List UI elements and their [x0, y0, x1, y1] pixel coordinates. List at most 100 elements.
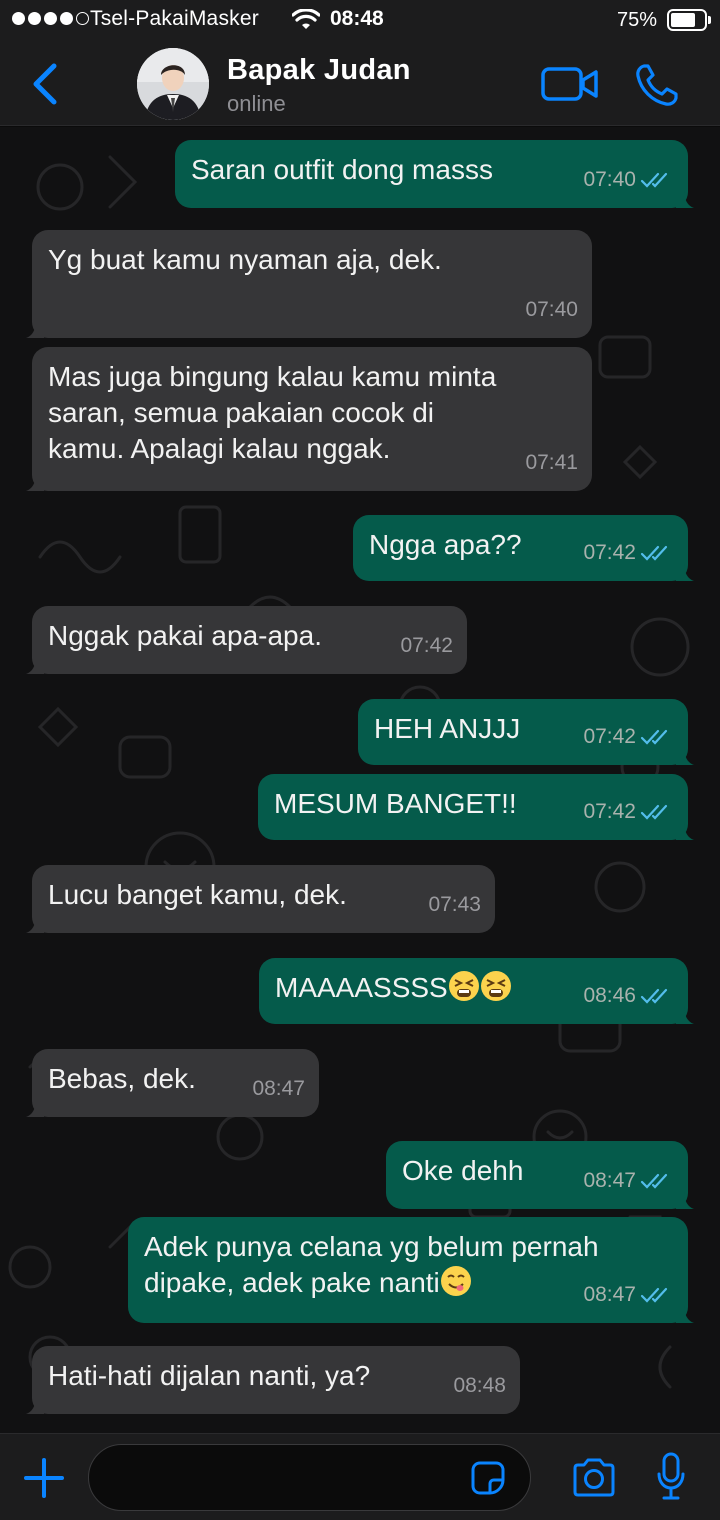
outgoing-message[interactable]: Saran outfit dong masss 07:40: [175, 140, 694, 208]
bubble-tail: [676, 190, 694, 208]
input-bar: [0, 1433, 720, 1520]
signal-strength-icon: [12, 12, 89, 25]
message-timestamp: 08:48: [453, 1374, 506, 1397]
incoming-message[interactable]: Hati-hati dijalan nanti, ya? 08:48: [26, 1346, 520, 1414]
message-line: Yg buat kamu nyaman aja, dek.: [48, 244, 442, 275]
outgoing-message[interactable]: Oke dehh 08:47: [386, 1141, 694, 1209]
message-timestamp: 07:40: [525, 298, 578, 321]
message-timestamp: 07:42: [400, 634, 453, 657]
message-timestamp: 07:40: [583, 168, 636, 191]
voice-call-icon[interactable]: [634, 62, 680, 108]
message-meta: 07:42: [583, 794, 674, 830]
outgoing-message[interactable]: MESUM BANGET!! 07:42: [258, 774, 694, 840]
wifi-icon: [292, 9, 320, 29]
status-bar: Tsel-PakaiMasker 08:48 75%: [0, 0, 720, 40]
read-receipt-icon: [640, 1287, 668, 1303]
message-text: Bebas, dek.: [48, 1061, 196, 1097]
outgoing-message[interactable]: Ngga apa?? 07:42: [353, 515, 694, 581]
message-timestamp: 08:47: [252, 1077, 305, 1100]
bubble-tail: [676, 1305, 694, 1323]
message-line: dipake, adek pake nanti: [144, 1265, 599, 1301]
read-receipt-icon: [640, 172, 668, 188]
bubble-tail: [26, 656, 44, 674]
microphone-icon[interactable]: [656, 1452, 686, 1502]
incoming-message[interactable]: Bebas, dek. 08:47: [26, 1049, 319, 1117]
message-meta: 08:47: [583, 1163, 674, 1199]
contact-name[interactable]: Bapak Judan: [227, 54, 411, 87]
bubble-tail: [26, 915, 44, 933]
outgoing-message[interactable]: HEH ANJJJ 07:42: [358, 699, 694, 765]
bubble-tail: [676, 747, 694, 765]
camera-icon[interactable]: [571, 1458, 617, 1498]
message-meta: 08:46: [583, 978, 674, 1014]
message-meta: 08:47: [252, 1071, 305, 1107]
message-line: kamu. Apalagi kalau nggak.: [48, 433, 391, 464]
message-line: Bebas, dek.: [48, 1063, 196, 1094]
plus-icon[interactable]: [22, 1456, 66, 1500]
message-line: Ngga apa??: [369, 529, 522, 560]
bubble-tail: [26, 473, 44, 491]
clock: 08:48: [330, 7, 384, 30]
bubble-tail: [676, 563, 694, 581]
avatar[interactable]: [137, 48, 209, 120]
message-line: MESUM BANGET!!: [274, 788, 517, 819]
video-call-icon[interactable]: [540, 66, 600, 102]
back-chevron-icon[interactable]: [28, 62, 64, 106]
incoming-message[interactable]: Yg buat kamu nyaman aja, dek. 07:40: [26, 230, 592, 338]
bubble-tail: [676, 1006, 694, 1024]
battery-icon: [667, 9, 707, 31]
chat-header: Bapak Judan online: [0, 40, 720, 126]
message-timestamp: 07:42: [583, 541, 636, 564]
message-timestamp: 07:43: [428, 893, 481, 916]
bubble-tail: [676, 1191, 694, 1209]
message-text: Mas juga bingung kalau kamu minta saran, …: [48, 359, 496, 467]
message-line: saran, semua pakaian cocok di: [48, 397, 434, 428]
tired-face-emoji: [480, 971, 511, 1001]
message-line: Hati-hati dijalan nanti, ya?: [48, 1360, 371, 1391]
incoming-message[interactable]: Mas juga bingung kalau kamu minta saran, …: [26, 347, 592, 491]
message-line: MAAAASSSS: [275, 970, 512, 1006]
battery-percent: 75%: [617, 9, 658, 31]
message-timestamp: 07:42: [583, 800, 636, 823]
outgoing-message[interactable]: MAAAASSSS 08:46: [259, 958, 694, 1024]
message-text: Ngga apa??: [369, 527, 522, 563]
message-text: Nggak pakai apa-apa.: [48, 618, 322, 654]
message-meta: 07:42: [583, 535, 674, 571]
sticker-icon[interactable]: [470, 1460, 506, 1496]
incoming-message[interactable]: Nggak pakai apa-apa. 07:42: [26, 606, 467, 674]
message-meta: 07:41: [525, 445, 578, 481]
message-line: Mas juga bingung kalau kamu minta: [48, 361, 497, 392]
read-receipt-icon: [640, 1173, 668, 1189]
message-text: Oke dehh: [402, 1153, 523, 1189]
message-timestamp: 07:42: [583, 725, 636, 748]
yum-face-emoji: [440, 1266, 471, 1296]
read-receipt-icon: [640, 545, 668, 561]
incoming-message[interactable]: Lucu banget kamu, dek. 07:43: [26, 865, 495, 933]
message-meta: 07:43: [428, 887, 481, 923]
message-text: Adek punya celana yg belum pernah dipake,…: [144, 1229, 599, 1301]
message-timestamp: 08:47: [583, 1169, 636, 1192]
message-text: Lucu banget kamu, dek.: [48, 877, 347, 913]
bubble-tail: [676, 822, 694, 840]
message-meta: 08:47: [583, 1277, 674, 1313]
message-timestamp: 08:46: [583, 984, 636, 1007]
message-meta: 07:42: [400, 628, 453, 664]
read-receipt-icon: [640, 729, 668, 745]
message-line: HEH ANJJJ: [374, 713, 521, 744]
message-meta: 07:42: [583, 719, 674, 755]
message-text: HEH ANJJJ: [374, 711, 520, 747]
message-text: Yg buat kamu nyaman aja, dek.: [48, 242, 442, 278]
message-line: Adek punya celana yg belum pernah: [144, 1231, 599, 1262]
message-input[interactable]: [88, 1444, 531, 1511]
chat-area[interactable]: Saran outfit dong masss 07:40 Yg buat kamu…: [0, 127, 720, 1433]
outgoing-message[interactable]: Adek punya celana yg belum pernah dipake,…: [128, 1217, 694, 1323]
bubble-tail: [26, 1099, 44, 1117]
bubble-tail: [26, 1396, 44, 1414]
carrier-name: Tsel-PakaiMasker: [90, 7, 259, 30]
message-line: Saran outfit dong masss: [191, 154, 493, 185]
message-line: Lucu banget kamu, dek.: [48, 879, 347, 910]
message-text: Saran outfit dong masss: [191, 152, 493, 188]
message-line: Oke dehh: [402, 1155, 524, 1186]
message-timestamp: 07:41: [525, 451, 578, 474]
contact-status: online: [227, 91, 286, 116]
